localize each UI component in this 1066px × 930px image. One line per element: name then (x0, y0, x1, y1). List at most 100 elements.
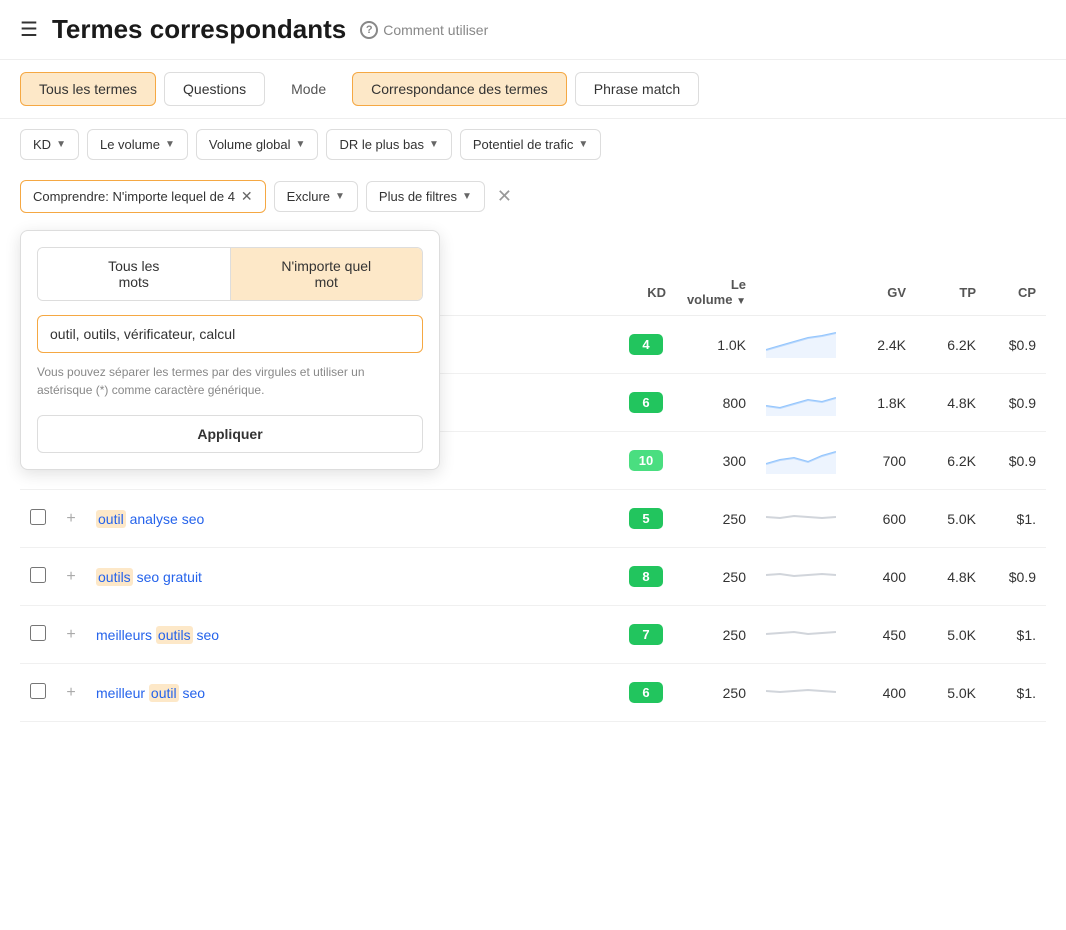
include-filter-tag[interactable]: Comprendre: N'importe lequel de 4 ✕ (20, 180, 266, 213)
row-cpc: $0.9 (986, 374, 1046, 432)
keyword-text: analyse seo (126, 511, 205, 527)
kd-badge: 10 (629, 450, 663, 471)
dr-label: DR le plus bas (339, 137, 424, 152)
popup-tab-group: Tous lesmots N'importe quelmot (37, 247, 423, 301)
more-filters-arrow-icon: ▼ (462, 191, 472, 202)
global-volume-arrow-icon: ▼ (296, 139, 306, 150)
keyword-text: seo gratuit (133, 569, 202, 585)
kd-filter-btn[interactable]: KD ▼ (20, 129, 79, 160)
tab-phrase-match[interactable]: Phrase match (575, 72, 699, 106)
row-kd: 6 (616, 374, 676, 432)
row-volume: 1.0K (676, 316, 756, 374)
row-kd: 7 (616, 606, 676, 664)
volume-sort-icon[interactable]: ▼ (736, 296, 746, 307)
keyword-highlight: outil (149, 684, 179, 702)
row-keyword[interactable]: meilleur outil seo (86, 664, 616, 722)
popup-hint-text: Vous pouvez séparer les termes par des v… (37, 363, 423, 399)
sparkline-icon (766, 386, 836, 419)
col-volume-header: Le volume ▼ (676, 269, 756, 316)
row-gv: 2.4K (846, 316, 916, 374)
row-checkbox[interactable] (30, 625, 46, 641)
col-cpc-header: CP (986, 269, 1046, 316)
row-add-btn[interactable]: + (56, 606, 86, 664)
row-checkbox[interactable] (30, 567, 46, 583)
table-row: +outil analyse seo52506005.0K$1. (20, 490, 1046, 548)
include-tag-close-icon[interactable]: ✕ (241, 188, 253, 205)
row-gv: 450 (846, 606, 916, 664)
row-gv: 700 (846, 432, 916, 490)
volume-filter-btn[interactable]: Le volume ▼ (87, 129, 188, 160)
row-trend-chart (756, 374, 846, 432)
row-gv: 600 (846, 490, 916, 548)
help-link[interactable]: ? Comment utiliser (360, 21, 488, 39)
exclude-label: Exclure (287, 189, 330, 204)
tab-tous-les-termes[interactable]: Tous les termes (20, 72, 156, 106)
tab-mode[interactable]: Mode (273, 73, 344, 105)
row-cpc: $1. (986, 490, 1046, 548)
row-checkbox[interactable] (30, 683, 46, 699)
row-kd: 8 (616, 548, 676, 606)
popup-tab-all-words[interactable]: Tous lesmots (38, 248, 231, 300)
kd-arrow-icon: ▼ (56, 139, 66, 150)
global-volume-filter-btn[interactable]: Volume global ▼ (196, 129, 319, 160)
row-add-btn[interactable]: + (56, 664, 86, 722)
row-trend-chart (756, 664, 846, 722)
keyword-text: seo (193, 627, 219, 643)
filters-row: KD ▼ Le volume ▼ Volume global ▼ DR le p… (0, 119, 1066, 170)
include-tag-label: Comprendre: N'importe lequel de 4 (33, 189, 235, 204)
exclude-filter-btn[interactable]: Exclure ▼ (274, 181, 358, 212)
row-volume: 250 (676, 548, 756, 606)
row-gv: 1.8K (846, 374, 916, 432)
tab-questions[interactable]: Questions (164, 72, 265, 106)
row-kd: 4 (616, 316, 676, 374)
sparkline-icon (766, 502, 836, 535)
row-keyword[interactable]: meilleurs outils seo (86, 606, 616, 664)
popup-apply-button[interactable]: Appliquer (37, 415, 423, 453)
menu-icon[interactable]: ☰ (20, 17, 38, 42)
col-gv-header: GV (846, 269, 916, 316)
row-cpc: $1. (986, 606, 1046, 664)
keyword-highlight: outils (96, 568, 133, 586)
active-filters-row: Comprendre: N'importe lequel de 4 ✕ Excl… (0, 170, 1066, 223)
traffic-label: Potentiel de trafic (473, 137, 573, 152)
table-row: +meilleur outil seo62504005.0K$1. (20, 664, 1046, 722)
row-volume: 250 (676, 606, 756, 664)
col-kd-header: KD (616, 269, 676, 316)
dr-arrow-icon: ▼ (429, 139, 439, 150)
more-filters-btn[interactable]: Plus de filtres ▼ (366, 181, 485, 212)
row-tp: 6.2K (916, 432, 986, 490)
row-trend-chart (756, 316, 846, 374)
kd-badge: 4 (629, 334, 663, 355)
clear-all-filters-icon[interactable]: ✕ (493, 186, 516, 207)
page-title: Termes correspondants (52, 14, 346, 45)
sparkline-icon (766, 444, 836, 477)
row-keyword[interactable]: outil analyse seo (86, 490, 616, 548)
row-tp: 4.8K (916, 548, 986, 606)
table-row: +outils seo gratuit82504004.8K$0.9 (20, 548, 1046, 606)
exclude-arrow-icon: ▼ (335, 191, 345, 202)
col-tp-header: TP (916, 269, 986, 316)
more-filters-label: Plus de filtres (379, 189, 457, 204)
popup-tab-any-word[interactable]: N'importe quelmot (231, 248, 423, 300)
row-tp: 5.0K (916, 606, 986, 664)
sparkline-icon (766, 560, 836, 593)
dr-filter-btn[interactable]: DR le plus bas ▼ (326, 129, 451, 160)
keyword-highlight: outil (96, 510, 126, 528)
row-checkbox[interactable] (30, 509, 46, 525)
popup-keywords-input[interactable] (37, 315, 423, 353)
row-cpc: $0.9 (986, 548, 1046, 606)
traffic-filter-btn[interactable]: Potentiel de trafic ▼ (460, 129, 601, 160)
header: ☰ Termes correspondants ? Comment utilis… (0, 0, 1066, 60)
row-kd: 5 (616, 490, 676, 548)
tab-correspondance[interactable]: Correspondance des termes (352, 72, 567, 106)
kd-badge: 5 (629, 508, 663, 529)
row-add-btn[interactable]: + (56, 548, 86, 606)
global-volume-label: Volume global (209, 137, 291, 152)
keyword-text: meilleur (96, 685, 149, 701)
sparkline-icon (766, 618, 836, 651)
help-circle-icon: ? (360, 21, 378, 39)
row-tp: 5.0K (916, 490, 986, 548)
row-keyword[interactable]: outils seo gratuit (86, 548, 616, 606)
row-add-btn[interactable]: + (56, 490, 86, 548)
kd-badge: 6 (629, 392, 663, 413)
